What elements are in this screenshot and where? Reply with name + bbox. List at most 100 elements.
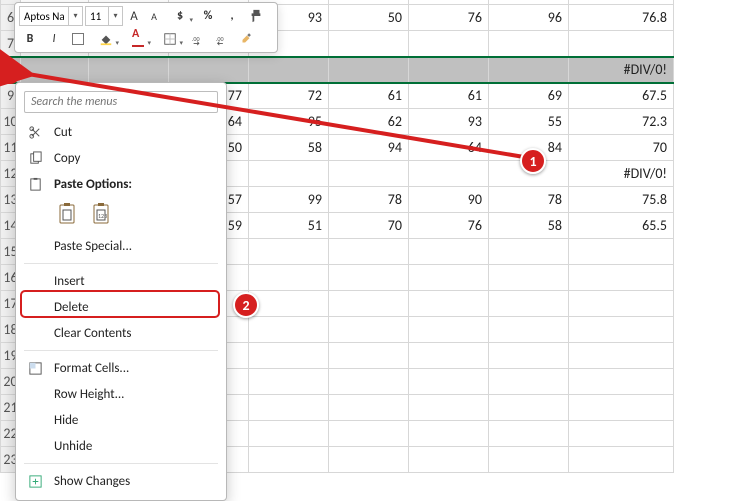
- scissors-icon: [26, 125, 44, 140]
- menu-item-show-changes[interactable]: Show Changes: [16, 468, 226, 494]
- cell[interactable]: [409, 57, 489, 83]
- cell[interactable]: 93: [409, 109, 489, 135]
- mini-toolbar: ▾ ▾ A A $ % , B I A .00 .00: [14, 2, 278, 53]
- cell[interactable]: [169, 57, 249, 83]
- menu-label: Insert: [54, 274, 214, 289]
- cell[interactable]: 78: [489, 187, 569, 213]
- cell[interactable]: 58: [249, 135, 329, 161]
- annotation-marker-2: 2: [233, 292, 259, 318]
- menu-item-format-cells[interactable]: Format Cells...: [16, 355, 226, 381]
- font-name-input[interactable]: [20, 7, 68, 25]
- decrease-decimal-button[interactable]: .00: [211, 29, 233, 49]
- cell[interactable]: [329, 161, 409, 187]
- format-painter-brush-icon[interactable]: [235, 29, 257, 49]
- menu-search-input[interactable]: [24, 91, 218, 113]
- font-color-button[interactable]: A: [123, 29, 153, 49]
- separator: [24, 263, 218, 264]
- menu-item-clear-contents[interactable]: Clear Contents: [16, 320, 226, 346]
- cell[interactable]: 95: [249, 109, 329, 135]
- cell[interactable]: 99: [249, 187, 329, 213]
- cell[interactable]: 76: [409, 213, 489, 239]
- menu-search[interactable]: [24, 91, 218, 113]
- cell[interactable]: #DIV/0!: [569, 161, 674, 187]
- menu-label: Show Changes: [54, 474, 214, 489]
- cell[interactable]: [329, 31, 409, 57]
- cell[interactable]: [21, 57, 89, 83]
- menu-item-row-height[interactable]: Row Height...: [16, 381, 226, 407]
- decrease-font-button[interactable]: A: [145, 6, 163, 26]
- context-menu: Cut Copy Paste Options: 123 Paste Specia…: [15, 82, 227, 501]
- cell[interactable]: 64: [409, 135, 489, 161]
- increase-font-button[interactable]: A: [125, 6, 143, 26]
- cell[interactable]: [329, 57, 409, 83]
- cell[interactable]: 76: [409, 5, 489, 31]
- cell[interactable]: 78: [329, 187, 409, 213]
- fill-color-button[interactable]: [91, 29, 121, 49]
- cell[interactable]: 65.5: [569, 213, 674, 239]
- menu-item-hide[interactable]: Hide: [16, 407, 226, 433]
- menu-label: Row Height...: [54, 387, 214, 402]
- cell[interactable]: [489, 57, 569, 83]
- cell[interactable]: 72.3: [569, 109, 674, 135]
- bold-button[interactable]: B: [19, 29, 41, 49]
- cell[interactable]: 90: [409, 187, 489, 213]
- cell[interactable]: 69: [489, 83, 569, 109]
- comma-format-button[interactable]: ,: [221, 6, 243, 26]
- svg-text:123: 123: [98, 212, 107, 220]
- cell[interactable]: 75.8: [569, 187, 674, 213]
- menu-label: Format Cells...: [54, 361, 214, 376]
- menu-item-copy[interactable]: Copy: [16, 145, 226, 171]
- cell[interactable]: 61: [409, 83, 489, 109]
- cell[interactable]: [89, 57, 169, 83]
- increase-decimal-button[interactable]: .00: [187, 29, 209, 49]
- menu-item-paste-options: Paste Options:: [16, 171, 226, 197]
- paste-button[interactable]: [54, 199, 80, 229]
- cell[interactable]: 62: [329, 109, 409, 135]
- cell[interactable]: [489, 31, 569, 57]
- cell[interactable]: [409, 161, 489, 187]
- show-changes-icon: [26, 474, 44, 489]
- annotation-target-ring: [0, 64, 20, 84]
- cell[interactable]: 94: [329, 135, 409, 161]
- cell[interactable]: 50: [329, 5, 409, 31]
- annotation-marker-1: 1: [520, 148, 546, 174]
- cell[interactable]: 55: [489, 109, 569, 135]
- menu-label: Paste Special...: [54, 239, 214, 254]
- percent-format-button[interactable]: %: [197, 6, 219, 26]
- paste-values-button[interactable]: 123: [88, 199, 114, 229]
- menu-label: Clear Contents: [54, 326, 214, 341]
- cell[interactable]: 51: [249, 213, 329, 239]
- cell[interactable]: 96: [489, 5, 569, 31]
- cell[interactable]: [409, 31, 489, 57]
- cell[interactable]: 58: [489, 213, 569, 239]
- menu-item-delete[interactable]: Delete: [16, 294, 226, 320]
- menu-item-paste-special[interactable]: Paste Special...: [16, 233, 226, 259]
- menu-item-unhide[interactable]: Unhide: [16, 433, 226, 459]
- cell[interactable]: 70: [569, 135, 674, 161]
- cell[interactable]: [249, 161, 329, 187]
- clipboard-icon: [26, 177, 44, 192]
- format-cells-icon: [26, 361, 44, 376]
- underline-button[interactable]: [67, 29, 89, 49]
- format-painter-button[interactable]: [245, 6, 267, 26]
- menu-item-insert[interactable]: Insert: [16, 268, 226, 294]
- italic-button[interactable]: I: [43, 29, 65, 49]
- font-size-combo[interactable]: ▾: [85, 6, 123, 26]
- cell[interactable]: 72: [249, 83, 329, 109]
- cell[interactable]: [569, 31, 674, 57]
- cell[interactable]: [249, 57, 329, 83]
- cell[interactable]: 61: [329, 83, 409, 109]
- borders-button[interactable]: [155, 29, 185, 49]
- cell[interactable]: 70: [329, 213, 409, 239]
- accounting-format-button[interactable]: $: [165, 6, 195, 26]
- font-name-combo[interactable]: ▾: [19, 6, 83, 26]
- cell[interactable]: 67.5: [569, 83, 674, 109]
- chevron-down-icon[interactable]: ▾: [68, 7, 82, 25]
- cell[interactable]: 76.8: [569, 5, 674, 31]
- menu-item-cut[interactable]: Cut: [16, 119, 226, 145]
- cell[interactable]: #DIV/0!: [569, 57, 674, 83]
- chevron-down-icon[interactable]: ▾: [108, 7, 122, 25]
- font-size-input[interactable]: [86, 7, 108, 25]
- menu-label: Cut: [54, 125, 214, 140]
- menu-label: Paste Options:: [54, 177, 214, 192]
